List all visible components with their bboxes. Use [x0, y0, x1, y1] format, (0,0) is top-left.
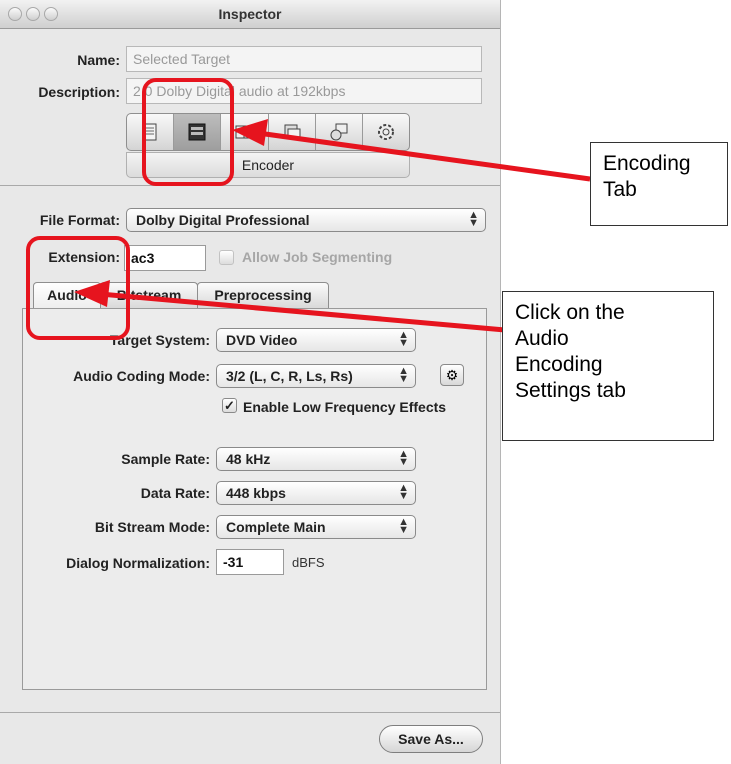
audio-arrow-line: [99, 291, 506, 333]
encoding-arrowhead: [232, 119, 268, 146]
audio-arrowhead: [74, 280, 110, 307]
audio-tab-callout: Click on the Audio Encoding Settings tab: [502, 291, 714, 441]
encoding-arrow-line: [257, 130, 591, 182]
encoding-tab-callout: Encoding Tab: [590, 142, 728, 226]
